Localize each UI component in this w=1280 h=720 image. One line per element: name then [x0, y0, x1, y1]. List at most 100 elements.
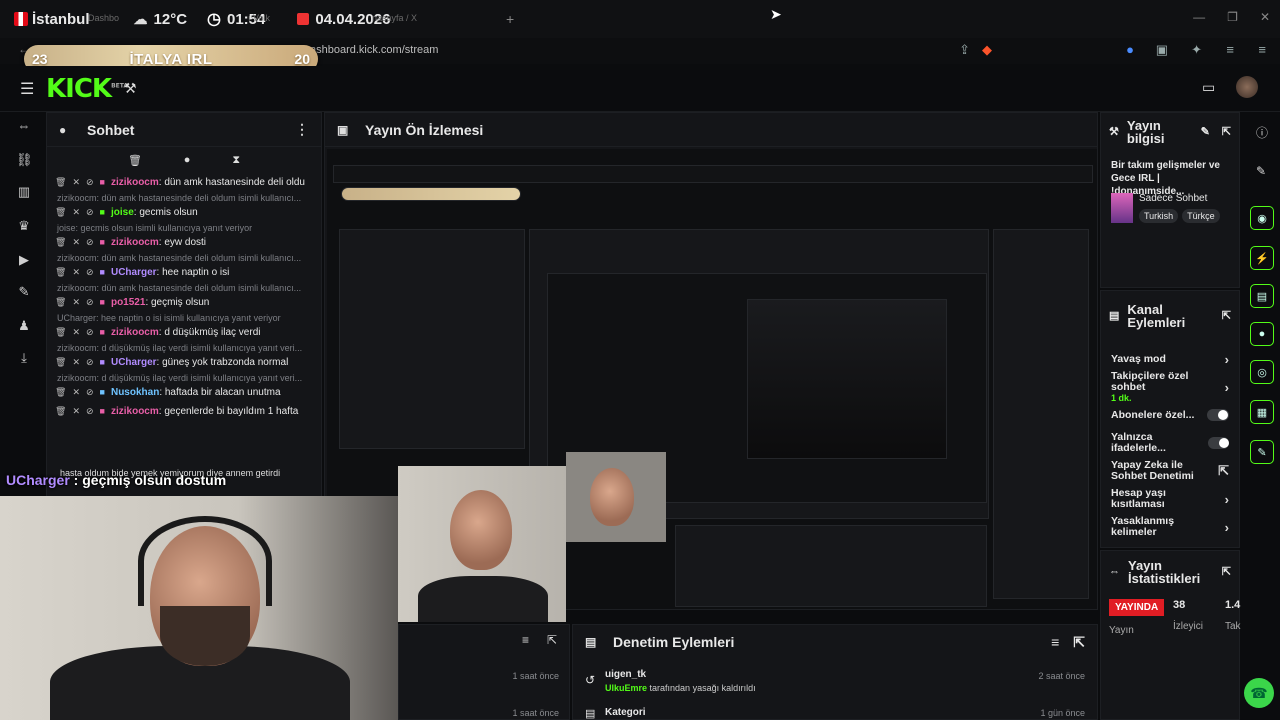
chat-message[interactable]: 🗑 ✕ ⊘ ■ zizikoocm: dün amk hastanesinde deli…	[47, 173, 321, 192]
chat-username[interactable]: po1521	[111, 297, 145, 308]
timeout-icon[interactable]: ✕	[72, 177, 80, 187]
close-icon[interactable]: ✕	[1260, 10, 1270, 24]
layers-icon[interactable]: ▦	[1250, 400, 1274, 424]
extension-blue-icon[interactable]: ●	[1126, 42, 1134, 57]
delete-icon[interactable]: 🗑	[55, 207, 66, 217]
timeout-icon[interactable]: ✕	[72, 237, 80, 247]
trash-icon[interactable]: 🗑	[128, 154, 142, 167]
collapse-icon[interactable]: ⇔	[16, 118, 32, 134]
share-icon[interactable]: ⇪	[959, 42, 970, 58]
playlist-icon[interactable]: ≡	[1226, 42, 1234, 57]
hammer-icon[interactable]: ⚒	[124, 80, 137, 97]
popout-icon[interactable]: ⇱	[1222, 566, 1231, 579]
chat-message[interactable]: 🗑 ✕ ⊘ ■ zizikoocm: geçenlerde bi bayıldım 1 …	[47, 402, 321, 421]
ban-icon[interactable]: ⊘	[86, 237, 94, 247]
link-icon[interactable]: ⛓	[16, 152, 33, 168]
chat-username[interactable]: zizikoocm	[111, 177, 159, 188]
download-icon[interactable]: ⤓	[16, 350, 32, 366]
timeout-icon[interactable]: ✕	[72, 267, 80, 277]
ban-icon[interactable]: ⊘	[86, 207, 94, 217]
hamburger-icon[interactable]: ☰	[20, 79, 34, 99]
chat-username[interactable]: UCharger	[111, 267, 157, 278]
chat-message[interactable]: 🗑 ✕ ⊘ ■ UCharger: hee naptin o isi	[47, 263, 321, 282]
maximize-icon[interactable]: ❐	[1227, 10, 1238, 24]
minimize-icon[interactable]: —	[1193, 10, 1205, 24]
filter-icon[interactable]: ≡	[1051, 634, 1059, 650]
ban-icon[interactable]: ⊘	[86, 297, 94, 307]
chat-icon[interactable]: ●	[1250, 322, 1274, 346]
delete-icon[interactable]: 🗑	[55, 297, 66, 307]
timeout-icon[interactable]: ✕	[72, 357, 80, 367]
brave-shield-icon[interactable]: ◆	[982, 42, 992, 58]
users-icon[interactable]: ♟	[16, 318, 32, 334]
category-name[interactable]: Sadece Sohbet	[1139, 193, 1207, 204]
edit-icon[interactable]: ✎	[1201, 126, 1210, 139]
chat-message[interactable]: 🗑 ✕ ⊘ ■ joise: gecmis olsun	[47, 203, 321, 222]
channel-action-item[interactable]: Yasaklanmış kelimeler ›	[1101, 513, 1239, 541]
chart-icon[interactable]: ▥	[16, 184, 32, 200]
chat-username[interactable]: Nusokhan	[111, 387, 159, 398]
timeout-icon[interactable]: ✕	[72, 406, 80, 416]
ban-icon[interactable]: ⊘	[86, 406, 94, 416]
camera-icon[interactable]: ◉	[1250, 206, 1274, 230]
delete-icon[interactable]: 🗑	[55, 237, 66, 247]
chat-message[interactable]: 🗑 ✕ ⊘ ■ UCharger: güneş yok trabzonda normal	[47, 353, 321, 372]
chat-username[interactable]: UCharger	[111, 357, 157, 368]
pencil-icon[interactable]: ✎	[1256, 164, 1266, 178]
clipboard-icon[interactable]: ▤	[1250, 284, 1274, 308]
ban-icon[interactable]: ⊘	[86, 357, 94, 367]
info-icon[interactable]: ⓘ	[1256, 124, 1268, 141]
broadcast-icon[interactable]: ◎	[1250, 360, 1274, 384]
moderation-by[interactable]: UlkuEmre	[605, 683, 647, 693]
chat-username[interactable]: joise	[111, 207, 134, 218]
channel-action-item[interactable]: Yapay Zeka ile Sohbet Denetimi ⇱	[1101, 457, 1239, 485]
moderation-user[interactable]: uigen_tk	[605, 669, 646, 680]
new-tab-icon[interactable]: +	[506, 11, 514, 27]
filter-icon[interactable]: ≡	[522, 633, 529, 647]
chat-username[interactable]: zizikoocm	[111, 327, 159, 338]
menu-icon[interactable]: ≡	[1258, 42, 1266, 57]
kick-logo[interactable]: KICKBETA	[46, 74, 128, 104]
ban-icon[interactable]: ⊘	[86, 327, 94, 337]
toggle-switch[interactable]	[1207, 409, 1229, 421]
delete-icon[interactable]: 🗑	[55, 327, 66, 337]
avatar[interactable]	[1236, 76, 1258, 98]
delete-icon[interactable]: 🗑	[55, 177, 66, 187]
channel-action-item[interactable]: Yalnızca ifadelerle...	[1101, 429, 1239, 457]
hourglass-icon[interactable]: ⧗	[232, 154, 240, 167]
toggle-switch[interactable]	[1207, 437, 1229, 449]
video-icon[interactable]: ▶	[16, 252, 32, 268]
chat-message[interactable]: 🗑 ✕ ⊘ ■ zizikoocm: d düşükmüş ilaç verdi	[47, 323, 321, 342]
popout-icon[interactable]: ⇱	[1073, 634, 1085, 651]
ban-icon[interactable]: ⊘	[86, 267, 94, 277]
chat-username[interactable]: zizikoocm	[111, 406, 159, 417]
timeout-icon[interactable]: ✕	[72, 327, 80, 337]
support-icon[interactable]: ☎	[1244, 678, 1274, 708]
wrench-icon[interactable]: ✎	[16, 284, 32, 300]
chat-message[interactable]: 🗑 ✕ ⊘ ■ zizikoocm: eyw dosti	[47, 233, 321, 252]
puzzle-icon[interactable]: ✦	[1191, 42, 1202, 58]
tag[interactable]: Turkish	[1139, 209, 1179, 223]
delete-icon[interactable]: 🗑	[55, 357, 66, 367]
url-field[interactable]: ashboard.kick.com/stream	[310, 44, 438, 56]
theater-icon[interactable]: ▭	[1202, 79, 1215, 96]
chat-username[interactable]: zizikoocm	[111, 237, 159, 248]
channel-action-item[interactable]: Hesap yaşı kısıtlaması ›	[1101, 485, 1239, 513]
ban-icon[interactable]: ⊘	[86, 177, 94, 187]
lightning-icon[interactable]: ⚡	[1250, 246, 1274, 270]
popout-icon[interactable]: ⇱	[1222, 126, 1231, 139]
more-icon[interactable]: ⋮	[295, 121, 309, 138]
timeout-icon[interactable]: ✕	[72, 387, 80, 397]
message-icon[interactable]: ●	[184, 154, 191, 166]
wrench-icon[interactable]: ✎	[1250, 440, 1274, 464]
delete-icon[interactable]: 🗑	[55, 406, 66, 416]
popout-icon[interactable]: ⇱	[547, 633, 557, 647]
channel-action-item[interactable]: Takipçilere özel sohbet 1 dk. ›	[1101, 370, 1239, 403]
tag[interactable]: Türkçe	[1182, 209, 1220, 223]
chat-message[interactable]: 🗑 ✕ ⊘ ■ Nusokhan: haftada bir alacan unutma	[47, 383, 321, 402]
channel-action-item[interactable]: Abonelere özel...	[1101, 401, 1239, 429]
external-link-icon[interactable]: ⇱	[1218, 463, 1229, 479]
trophy-icon[interactable]: ♛	[16, 218, 32, 234]
delete-icon[interactable]: 🗑	[55, 387, 66, 397]
timeout-icon[interactable]: ✕	[72, 297, 80, 307]
